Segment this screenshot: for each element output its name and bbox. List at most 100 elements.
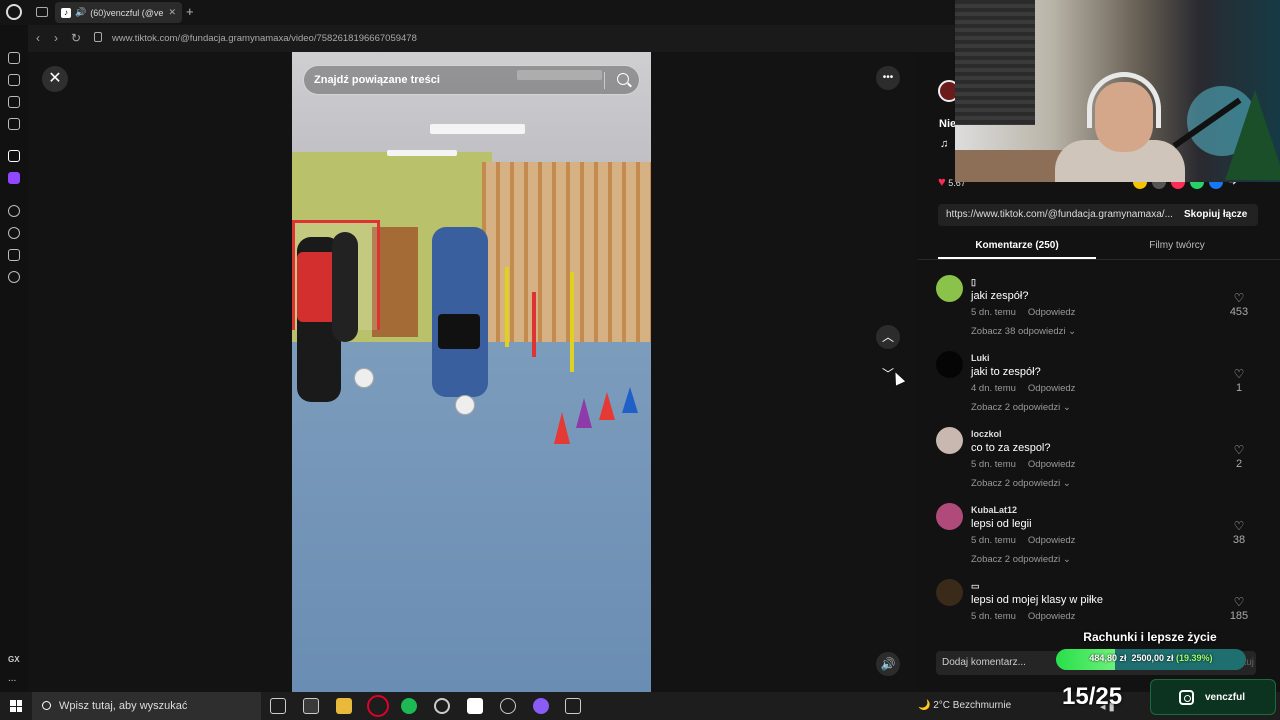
- new-tab-button[interactable]: +: [186, 4, 194, 19]
- comment-meta: 5 dn. temu Odpowiedz: [971, 535, 1075, 546]
- comment-time: 5 dn. temu: [971, 535, 1016, 546]
- video-player[interactable]: [292, 52, 651, 692]
- comment-avatar[interactable]: [936, 351, 963, 378]
- reply-button[interactable]: Odpowiedz: [1028, 307, 1076, 318]
- comment-avatar[interactable]: [936, 579, 963, 606]
- reload-icon[interactable]: ↻: [71, 31, 81, 45]
- football: [354, 368, 374, 388]
- link-box: https://www.tiktok.com/@fundacja.gramyna…: [938, 204, 1258, 226]
- view-replies-button[interactable]: Zobacz 2 odpowiedzi ⌄: [971, 554, 1071, 565]
- author-name[interactable]: Nie: [939, 118, 956, 130]
- more-icon[interactable]: ...: [8, 673, 16, 684]
- tab-islands-icon[interactable]: [36, 7, 48, 17]
- previous-video-button[interactable]: ︿: [876, 325, 900, 349]
- app-l-icon[interactable]: [467, 698, 483, 714]
- volume-button[interactable]: 🔊: [876, 652, 900, 676]
- reply-button[interactable]: Odpowiedz: [1028, 535, 1076, 546]
- view-replies-button[interactable]: Zobacz 2 odpowiedzi ⌄: [971, 478, 1071, 489]
- tab-comments[interactable]: Komentarze (250): [938, 240, 1096, 251]
- search-icon[interactable]: [617, 73, 629, 85]
- comment-like-icon[interactable]: ♡: [1224, 595, 1254, 609]
- url-field[interactable]: www.tiktok.com/@fundacja.gramynamaxa/vid…: [112, 33, 417, 44]
- goal-target: 2500,00 zł: [1131, 653, 1174, 663]
- view-replies-button[interactable]: Zobacz 2 odpowiedzi ⌄: [971, 402, 1071, 413]
- settings-gear-icon[interactable]: [8, 271, 20, 283]
- comment-meta: 5 dn. temu Odpowiedz: [971, 459, 1075, 470]
- task-view-icon[interactable]: [270, 698, 286, 714]
- tab-creator-videos[interactable]: Filmy twórcy: [1098, 240, 1256, 251]
- comment-time: 4 dn. temu: [971, 383, 1016, 394]
- file-explorer-icon[interactable]: [336, 698, 352, 714]
- comment-like-icon[interactable]: ♡: [1224, 291, 1254, 305]
- video-link-field[interactable]: https://www.tiktok.com/@fundacja.gramyna…: [946, 209, 1174, 220]
- opera-gx-icon[interactable]: [367, 695, 389, 717]
- reply-button[interactable]: Odpowiedz: [1028, 383, 1076, 394]
- browser-tab[interactable]: ♪ 🔊 (60)venczful (@venczful ✕: [55, 2, 182, 23]
- app-g-icon[interactable]: [500, 698, 516, 714]
- epic-games-icon[interactable]: [565, 698, 581, 714]
- comment-item: ▯ jaki zespół? 5 dn. temu Odpowiedz Zobacz 3…: [936, 275, 1266, 351]
- comment-author[interactable]: ▯: [971, 277, 976, 288]
- goal-progress-bar: 484,80 zł 2500,00 zł (19.39%): [1056, 649, 1246, 670]
- reply-button[interactable]: Odpowiedz: [1028, 611, 1076, 622]
- twitch-icon[interactable]: [8, 172, 20, 184]
- comment-author[interactable]: KubaLat12: [971, 505, 1017, 515]
- reply-button[interactable]: Odpowiedz: [1028, 459, 1076, 470]
- copy-link-button[interactable]: Skopiuj łącze: [1184, 209, 1247, 220]
- store-icon[interactable]: [303, 698, 319, 714]
- training-pole: [505, 267, 509, 347]
- screen: ♪ 🔊 (60)venczful (@venczful ✕ + ‹ › ↻ ww…: [0, 0, 1280, 720]
- tiktok-favicon-icon: ♪: [61, 7, 71, 18]
- comment-text: jaki zespół?: [971, 290, 1029, 302]
- opera-logo-icon[interactable]: [6, 4, 22, 20]
- training-pole: [570, 272, 574, 372]
- training-cone: [576, 398, 592, 428]
- comment-author[interactable]: loczkol: [971, 429, 1002, 439]
- extensions-icon[interactable]: [8, 249, 20, 261]
- obs-icon[interactable]: [434, 698, 450, 714]
- comment-avatar[interactable]: [936, 275, 963, 302]
- heart-icon[interactable]: ♥: [938, 174, 946, 189]
- comment-time: 5 dn. temu: [971, 307, 1016, 318]
- moon-icon: 🌙: [918, 700, 931, 711]
- tiktok-sidebar-icon[interactable]: [8, 150, 20, 162]
- forward-icon[interactable]: ›: [54, 31, 58, 45]
- comment-author[interactable]: ▭: [971, 581, 980, 592]
- comment-like-icon[interactable]: ♡: [1224, 367, 1254, 381]
- speaker-icon[interactable]: 🔊: [75, 7, 86, 18]
- player-icon[interactable]: [8, 205, 20, 217]
- weather-widget[interactable]: 🌙 2°C Bezchmurnie: [918, 700, 1011, 711]
- comment-meta: 5 dn. temu Odpowiedz: [971, 611, 1075, 622]
- more-options-button[interactable]: •••: [876, 66, 900, 90]
- comment-like-count: 2: [1235, 458, 1243, 470]
- taskbar-search-placeholder: Wpisz tutaj, aby wyszukać: [59, 700, 188, 712]
- weather-text: 2°C Bezchmurnie: [933, 700, 1012, 711]
- close-video-button[interactable]: ✕: [42, 66, 68, 92]
- lock-icon[interactable]: [94, 32, 102, 42]
- comment-meta: 4 dn. temu Odpowiedz: [971, 383, 1075, 394]
- discord-icon[interactable]: [533, 698, 549, 714]
- comment-avatar[interactable]: [936, 427, 963, 454]
- tab-close-icon[interactable]: ✕: [168, 7, 176, 18]
- bag-icon[interactable]: [8, 74, 20, 86]
- search-icon: [42, 701, 51, 710]
- music-note-icon[interactable]: ♫: [940, 138, 948, 150]
- comment-like-icon[interactable]: ♡: [1224, 443, 1254, 457]
- view-replies-button[interactable]: Zobacz 38 odpowiedzi ⌄: [971, 326, 1076, 337]
- video-player-figure: [332, 232, 358, 342]
- speed-dial-icon[interactable]: [8, 52, 20, 64]
- pin-icon[interactable]: [8, 96, 20, 108]
- spotify-icon[interactable]: [401, 698, 417, 714]
- windows-start-icon[interactable]: [10, 700, 22, 712]
- comment-author[interactable]: Luki: [971, 353, 990, 363]
- history-icon[interactable]: [8, 227, 20, 239]
- related-search-input[interactable]: Znajdź powiązane treści: [303, 65, 640, 95]
- ceiling-light: [430, 124, 525, 134]
- comment-like-icon[interactable]: ♡: [1224, 519, 1254, 533]
- taskbar-search-input[interactable]: Wpisz tutaj, aby wyszukać: [32, 692, 261, 720]
- comment-avatar[interactable]: [936, 503, 963, 530]
- training-cone: [554, 412, 570, 444]
- gx-label[interactable]: GX: [8, 655, 20, 664]
- back-icon[interactable]: ‹: [36, 31, 40, 45]
- music-icon[interactable]: [8, 118, 20, 130]
